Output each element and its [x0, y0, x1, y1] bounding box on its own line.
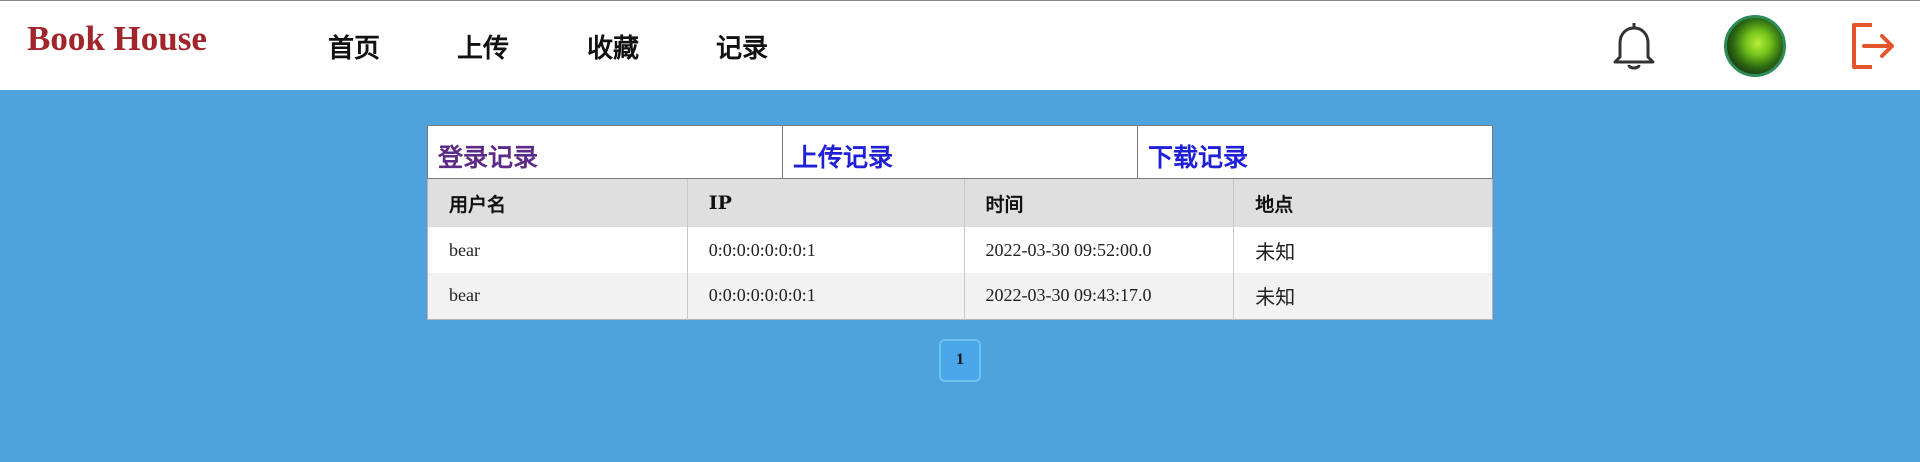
avatar[interactable]: [1724, 15, 1786, 77]
cell-time: 2022-03-30 09:43:17.0: [964, 273, 1235, 319]
top-navigation-bar: Book House 首页 上传 收藏 记录: [0, 0, 1920, 90]
column-header-username: 用户名: [427, 179, 688, 227]
tab-download-records[interactable]: 下载记录: [1138, 125, 1493, 179]
cell-location: 未知: [1255, 285, 1296, 310]
cell-ip: 0:0:0:0:0:0:0:1: [687, 273, 965, 319]
column-header-time: 时间: [964, 179, 1235, 227]
login-records-table: 用户名 IP 时间 地点 bear 0:0:0:0:0:0:0:1 2022-0…: [427, 179, 1493, 320]
cell-username: bear: [427, 227, 688, 273]
table-row: bear 0:0:0:0:0:0:0:1 2022-03-30 09:43:17…: [427, 273, 1493, 319]
cell-location: 未知: [1255, 239, 1296, 264]
table-header-row: 用户名 IP 时间 地点: [427, 179, 1493, 227]
table-row: bear 0:0:0:0:0:0:0:1 2022-03-30 09:52:00…: [427, 227, 1493, 273]
cell-time: 2022-03-30 09:52:00.0: [964, 227, 1235, 273]
nav-records[interactable]: 记录: [716, 28, 768, 65]
column-header-location: 地点: [1255, 193, 1294, 216]
record-tabs: 登录记录 上传记录 下载记录: [427, 125, 1493, 179]
nav-home[interactable]: 首页: [328, 28, 380, 65]
records-panel: 登录记录 上传记录 下载记录 用户名 IP 时间 地点 bear 0:0:0:0…: [427, 125, 1493, 320]
logout-icon[interactable]: [1846, 19, 1896, 73]
nav-favorites[interactable]: 收藏: [587, 28, 639, 65]
brand-logo[interactable]: Book House: [27, 19, 207, 59]
cell-username: bear: [427, 273, 688, 319]
pagination-page-1-button[interactable]: 1: [939, 339, 981, 382]
bell-icon[interactable]: [1608, 19, 1660, 73]
nav-upload[interactable]: 上传: [457, 28, 509, 65]
column-header-ip: IP: [687, 179, 965, 227]
tab-upload-records[interactable]: 上传记录: [783, 125, 1138, 179]
tab-login-records[interactable]: 登录记录: [427, 125, 783, 179]
cell-ip: 0:0:0:0:0:0:0:1: [687, 227, 965, 273]
